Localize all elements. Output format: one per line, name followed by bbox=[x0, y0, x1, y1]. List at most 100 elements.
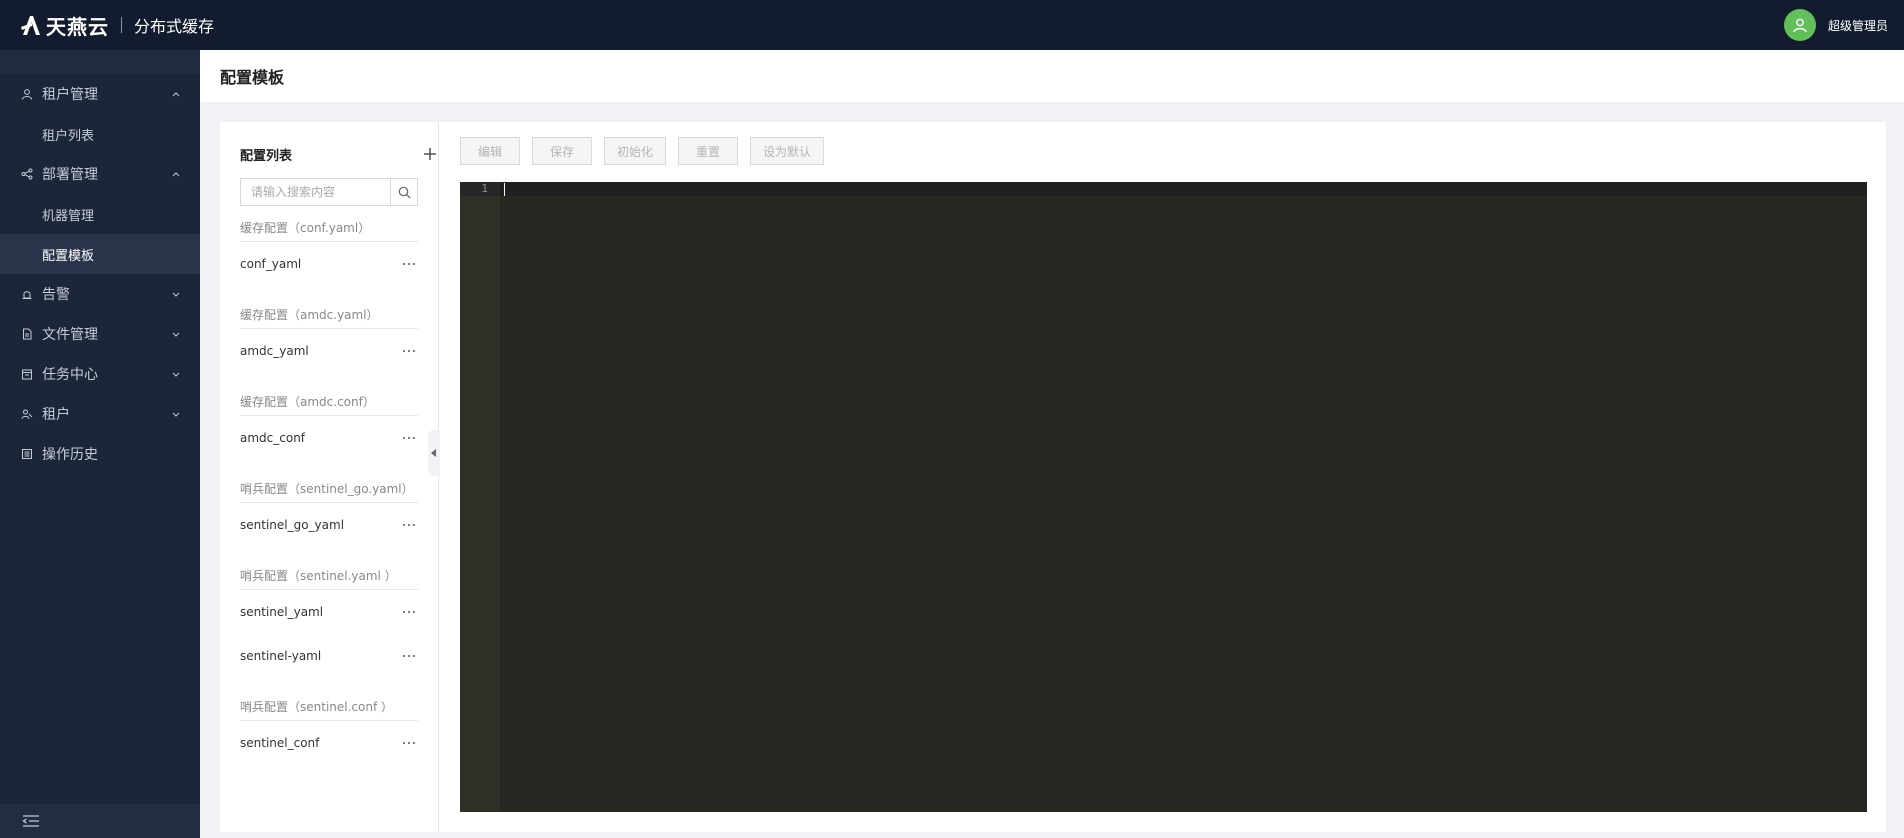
group-title: 哨兵配置（sentinel.conf ） bbox=[240, 697, 418, 721]
config-groups: 缓存配置（conf.yaml） conf_yaml 缓存配置（amdc.yaml… bbox=[240, 218, 418, 765]
set-default-button[interactable]: 设为默认 bbox=[750, 137, 824, 165]
group-title: 缓存配置（amdc.conf） bbox=[240, 392, 418, 416]
edit-button[interactable]: 编辑 bbox=[460, 137, 520, 165]
group-title: 缓存配置（conf.yaml） bbox=[240, 218, 418, 242]
list-item[interactable]: amdc_conf bbox=[240, 416, 418, 460]
more-button[interactable] bbox=[400, 651, 418, 661]
more-button[interactable] bbox=[400, 738, 418, 748]
top-bar: 天燕云 分布式缓存 超级管理员 bbox=[0, 0, 1904, 50]
editor-toolbar: 编辑 保存 初始化 重置 设为默认 bbox=[460, 137, 836, 165]
sidebar-item-label: 文件管理 bbox=[42, 327, 98, 343]
sidebar-collapse-toggle[interactable] bbox=[0, 804, 200, 838]
sidebar-item-label: 任务中心 bbox=[42, 367, 98, 383]
list-item-label: sentinel_conf bbox=[240, 736, 320, 750]
chevron-down-icon bbox=[172, 292, 180, 297]
list-item[interactable]: sentinel_go_yaml bbox=[240, 503, 418, 547]
logo[interactable]: 天燕云 分布式缓存 bbox=[20, 11, 214, 40]
group-title: 哨兵配置（sentinel_go.yaml） bbox=[240, 479, 418, 503]
list-item[interactable]: sentinel_yaml bbox=[240, 590, 418, 634]
more-horizontal-icon bbox=[403, 524, 415, 526]
sidebar-item-label: 租户管理 bbox=[42, 87, 98, 103]
group-title: 缓存配置（amdc.yaml） bbox=[240, 305, 418, 329]
sidebar-item-deploy-management[interactable]: 部署管理 bbox=[0, 154, 200, 194]
menu-fold-icon bbox=[22, 815, 39, 827]
sidebar-item-alarm[interactable]: 告警 bbox=[0, 274, 200, 314]
active-line-highlight bbox=[460, 182, 1867, 196]
sidebar-item-tenant[interactable]: 租户 bbox=[0, 394, 200, 434]
save-button[interactable]: 保存 bbox=[532, 137, 592, 165]
config-list-panel: 配置列表 缓存配置（conf.yaml） conf_yaml 缓存配置（amdc… bbox=[220, 122, 439, 832]
group-title: 哨兵配置（sentinel.yaml ） bbox=[240, 566, 418, 590]
more-button[interactable] bbox=[400, 520, 418, 530]
sidebar-item-config-template[interactable]: 配置模板 bbox=[0, 234, 200, 274]
sidebar-item-tenant-list[interactable]: 租户列表 bbox=[0, 114, 200, 154]
list-item-label: amdc_yaml bbox=[240, 344, 309, 358]
list-item[interactable]: sentinel_conf bbox=[240, 721, 418, 765]
sidebar-item-tenant-management[interactable]: 租户管理 bbox=[0, 74, 200, 114]
more-horizontal-icon bbox=[403, 437, 415, 439]
search-icon bbox=[398, 186, 410, 198]
brand-name: 天燕云 bbox=[46, 14, 109, 39]
content-card: 配置列表 缓存配置（conf.yaml） conf_yaml 缓存配置（amdc… bbox=[220, 122, 1886, 832]
chevron-down-icon bbox=[172, 332, 180, 337]
search-input[interactable] bbox=[241, 179, 390, 205]
list-item[interactable]: conf_yaml bbox=[240, 242, 418, 286]
sidebar-item-file-management[interactable]: 文件管理 bbox=[0, 314, 200, 354]
more-horizontal-icon bbox=[403, 655, 415, 657]
more-button[interactable] bbox=[400, 259, 418, 269]
editor-gutter: 1 bbox=[460, 182, 500, 812]
product-name: 分布式缓存 bbox=[134, 17, 215, 36]
config-list-title: 配置列表 bbox=[240, 148, 293, 164]
line-number: 1 bbox=[481, 182, 488, 195]
more-horizontal-icon bbox=[403, 263, 415, 265]
user-name[interactable]: 超级管理员 bbox=[1828, 17, 1888, 34]
reset-button[interactable]: 重置 bbox=[678, 137, 738, 165]
calendar-icon bbox=[20, 367, 34, 381]
sidebar-item-task-center[interactable]: 任务中心 bbox=[0, 354, 200, 394]
chevron-down-icon bbox=[172, 412, 180, 417]
more-button[interactable] bbox=[400, 607, 418, 617]
brand-divider bbox=[121, 17, 122, 33]
panel-collapse-handle[interactable] bbox=[428, 430, 440, 476]
file-icon bbox=[20, 327, 34, 341]
avatar[interactable] bbox=[1783, 9, 1816, 41]
more-button[interactable] bbox=[400, 433, 418, 443]
more-button[interactable] bbox=[400, 346, 418, 356]
initialize-button[interactable]: 初始化 bbox=[604, 137, 666, 165]
share-icon bbox=[20, 167, 34, 181]
sidebar-item-label: 部署管理 bbox=[42, 167, 98, 183]
list-item[interactable]: sentinel-yaml bbox=[240, 634, 418, 678]
sidebar: 租户管理 租户列表 部署管理 机器管理 配置模板 告警 文件管理 任务中心 租户… bbox=[0, 50, 200, 838]
add-config-button[interactable] bbox=[422, 146, 438, 162]
sidebar-item-machine-management[interactable]: 机器管理 bbox=[0, 194, 200, 234]
chevron-up-icon bbox=[172, 92, 180, 97]
caret-left-icon bbox=[431, 449, 436, 457]
page-header: 配置模板 bbox=[200, 50, 1904, 102]
sidebar-item-label: 租户 bbox=[42, 407, 70, 423]
history-icon bbox=[20, 447, 34, 461]
more-horizontal-icon bbox=[403, 742, 415, 744]
user-icon bbox=[20, 87, 34, 101]
search-button[interactable] bbox=[390, 179, 417, 205]
chevron-down-icon bbox=[172, 372, 180, 377]
text-cursor bbox=[504, 183, 505, 196]
sidebar-top-strip bbox=[0, 50, 200, 74]
user-avatar-icon bbox=[1793, 18, 1807, 33]
list-item[interactable]: amdc_yaml bbox=[240, 329, 418, 373]
user-menu[interactable]: 超级管理员 bbox=[1783, 0, 1888, 50]
alarm-icon bbox=[20, 287, 34, 301]
list-item-label: sentinel_go_yaml bbox=[240, 518, 345, 532]
users-icon bbox=[20, 407, 34, 421]
sidebar-item-label: 告警 bbox=[42, 287, 70, 303]
list-item-label: conf_yaml bbox=[240, 257, 302, 271]
more-horizontal-icon bbox=[403, 350, 415, 352]
sidebar-item-label: 操作历史 bbox=[42, 447, 98, 463]
config-list-header: 配置列表 bbox=[240, 144, 438, 164]
more-horizontal-icon bbox=[403, 611, 415, 613]
list-item-label: sentinel_yaml bbox=[240, 605, 324, 619]
plus-icon bbox=[424, 148, 436, 160]
code-editor[interactable]: 1 bbox=[460, 182, 1867, 812]
sidebar-item-operation-history[interactable]: 操作历史 bbox=[0, 434, 200, 474]
page-title: 配置模板 bbox=[220, 68, 285, 87]
list-item-label: sentinel-yaml bbox=[240, 649, 322, 663]
